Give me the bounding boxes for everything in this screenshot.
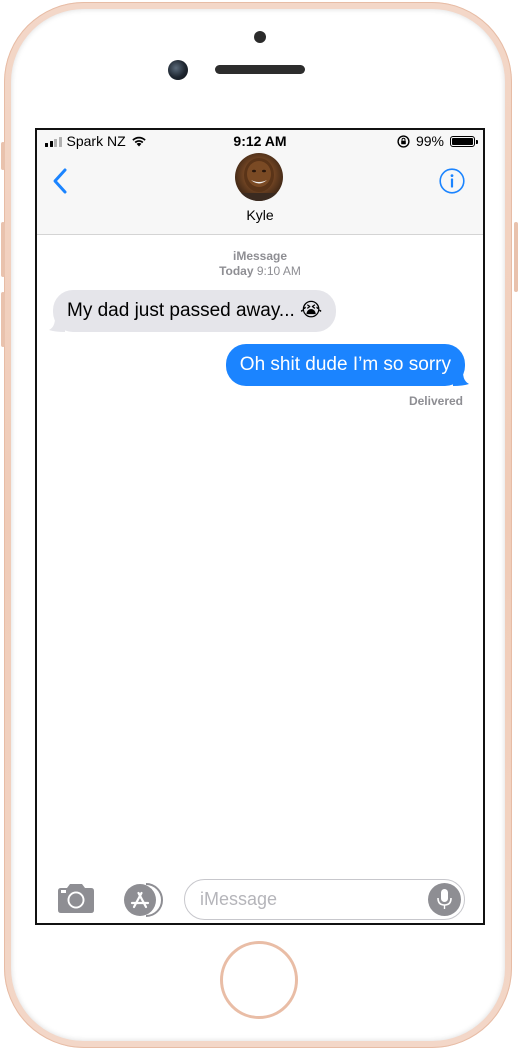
avatar-photo: [235, 158, 283, 201]
microphone-button[interactable]: [428, 883, 461, 916]
avatar[interactable]: [235, 153, 283, 201]
chevron-left-icon[interactable]: [51, 166, 71, 196]
volume-down-button: [1, 292, 5, 347]
contact-name[interactable]: Kyle: [37, 207, 483, 223]
battery-icon: [450, 135, 478, 147]
front-camera: [168, 60, 188, 80]
delivery-receipt: Delivered: [408, 394, 463, 408]
thread-timestamp: iMessage Today 9:10 AM: [37, 249, 483, 279]
timestamp: Today 9:10 AM: [37, 264, 483, 279]
conversation-header: Spark NZ 9:12 AM 99% Kyle: [37, 130, 483, 235]
power-button: [514, 222, 518, 292]
message-input-field[interactable]: [184, 879, 465, 920]
timestamp-day: Today: [219, 264, 254, 278]
incoming-message[interactable]: My dad just passed away... 😭: [53, 290, 337, 332]
timestamp-time: 9:10 AM: [256, 264, 301, 278]
proximity-sensor: [254, 31, 266, 43]
app-store-icon[interactable]: [121, 883, 163, 917]
outgoing-message[interactable]: Oh shit dude I’m so sorry: [225, 344, 465, 386]
phone-screen: Spark NZ 9:12 AM 99% Kyle iMessage Today…: [35, 128, 485, 925]
volume-up-button: [1, 222, 5, 277]
status-bar: Spark NZ 9:12 AM 99%: [37, 130, 483, 154]
microphone-icon: [437, 889, 452, 909]
service-label: iMessage: [232, 249, 288, 263]
camera-icon[interactable]: [55, 882, 97, 916]
mute-switch: [1, 142, 5, 170]
orientation-lock-icon: [397, 134, 410, 148]
battery-percent: 99%: [415, 133, 444, 149]
earpiece-speaker: [215, 65, 305, 74]
status-right: 99%: [397, 133, 478, 149]
info-icon[interactable]: [439, 168, 465, 194]
message-input[interactable]: [200, 880, 420, 919]
home-button[interactable]: [220, 941, 298, 1019]
battery-fill: [452, 137, 473, 145]
